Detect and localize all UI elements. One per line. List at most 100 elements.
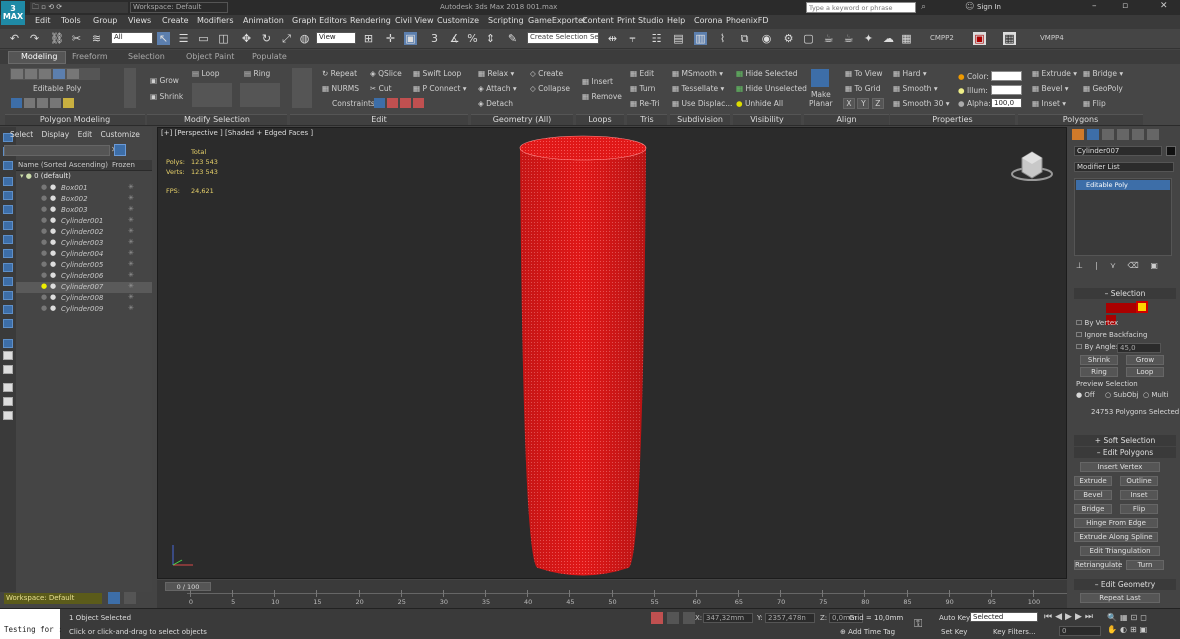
activeshade-icon[interactable]: ✦ [862, 32, 875, 45]
selection-mode-icons[interactable] [124, 68, 136, 108]
rect-selection-icon[interactable]: ▭ [197, 32, 210, 45]
plugin-vmpp4-button[interactable]: VMPP4 [1040, 34, 1064, 42]
explorer-tool-icon[interactable] [3, 277, 13, 286]
light-bulb-icon[interactable]: ● [41, 249, 47, 257]
alpha-field[interactable]: 100,0 [991, 98, 1022, 108]
bind-space-warp-icon[interactable]: ≋ [90, 32, 103, 45]
edit-geometry-rollout[interactable]: – Edit Geometry [1074, 579, 1176, 590]
scene-object-row[interactable]: ● ● Cylinder004 ✳ [16, 249, 152, 260]
frozen-icon[interactable]: ✳ [128, 282, 134, 290]
grow-button[interactable]: ▣ Grow [150, 76, 179, 85]
tessellate-button[interactable]: ▦ Tessellate ▾ [672, 84, 724, 93]
modifier-list-select[interactable]: Modifier List [1074, 162, 1174, 172]
a360-gallery-icon[interactable]: ▦ [900, 32, 913, 45]
filter-toggle-icon[interactable] [114, 144, 126, 156]
window-crossing-icon[interactable]: ◫ [217, 32, 230, 45]
quick-access-toolbar[interactable]: 🗀 ▫ ⟲ ⟳ [30, 2, 128, 13]
hinge-from-edge-button[interactable]: Hinge From Edge [1074, 518, 1158, 528]
light-bulb-icon[interactable]: ● [41, 183, 47, 191]
current-frame-field[interactable]: 0 [1059, 626, 1101, 636]
maxscript-text[interactable]: Testing for : [4, 625, 63, 634]
extrude-cmd-button[interactable]: Extrude [1074, 476, 1112, 486]
use-displace-button[interactable]: ▦ Use Displac... [672, 99, 732, 108]
light-bulb-icon[interactable]: ● [41, 205, 47, 213]
maximize-button[interactable]: ▫ [1122, 1, 1128, 11]
material-editor-icon[interactable]: ◉ [760, 32, 773, 45]
scene-explorer-icon[interactable]: ▤ [672, 32, 685, 45]
subobject-level-icons[interactable] [1106, 301, 1156, 325]
scene-object-row[interactable]: ● ● Cylinder006 ✳ [16, 271, 152, 282]
attach-button[interactable]: ◈ Attach ▾ [478, 84, 517, 93]
bridge-cmd-button[interactable]: Bridge [1074, 504, 1112, 514]
extrude-along-spline-button[interactable]: Extrude Along Spline [1074, 532, 1158, 542]
light-bulb-icon[interactable]: ● [41, 282, 47, 290]
scene-object-row[interactable]: ● ● Box003 ✳ [16, 205, 152, 216]
outline-cmd-button[interactable]: Outline [1120, 476, 1158, 486]
smooth30-button[interactable]: ▦ Smooth 30 ▾ [893, 99, 950, 108]
frozen-icon[interactable]: ✳ [128, 183, 134, 191]
explorer-tool-icon[interactable] [3, 319, 13, 328]
cylinder-object[interactable] [158, 128, 1068, 580]
create-button[interactable]: ◇ Create [530, 69, 563, 78]
angle-snap-icon[interactable]: ∡ [448, 32, 461, 45]
section-visibility[interactable]: Visibility [733, 114, 801, 125]
scene-object-row[interactable]: ● ● Cylinder008 ✳ [16, 293, 152, 304]
col-name-header[interactable]: Name (Sorted Ascending) [18, 161, 108, 169]
close-button[interactable]: ✕ [1160, 1, 1168, 11]
bevel-ribbon-button[interactable]: ▦ Bevel ▾ [1032, 84, 1069, 93]
qslice-button[interactable]: ◈ QSlice [370, 69, 402, 78]
section-modify-selection[interactable]: Modify Selection [147, 114, 287, 125]
unlink-icon[interactable]: ✂ [70, 32, 83, 45]
geopoly-ribbon-button[interactable]: ▦ GeoPoly [1083, 84, 1123, 93]
p-connect-button[interactable]: ▦ P Connect ▾ [413, 84, 467, 93]
constraints-icons[interactable] [373, 98, 431, 109]
preview-multi-radio[interactable]: ○ Multi [1143, 391, 1168, 402]
preview-subobj-radio[interactable]: ○ SubObj [1105, 391, 1139, 402]
keyboard-shortcut-override-icon[interactable]: ▣ [404, 32, 417, 45]
stack-tools[interactable]: ⊥ ∣ ⋎ ⌫ ▣ [1076, 261, 1176, 273]
menu-print-studio[interactable]: Print Studio [617, 16, 663, 28]
snaps-toggle-icon[interactable]: 3 [428, 32, 441, 45]
grow-cmd-button[interactable]: Grow [1126, 355, 1164, 365]
explorer-tool-icon[interactable] [3, 305, 13, 314]
frozen-icon[interactable]: ✳ [128, 194, 134, 202]
ring-button[interactable]: ▤ Ring [244, 69, 270, 78]
section-edit[interactable]: Edit [290, 114, 468, 125]
menu-content[interactable]: Content [582, 16, 614, 28]
plugin-icon-a[interactable]: ▣ [973, 32, 986, 45]
scene-tab-display[interactable]: Display [42, 130, 70, 139]
scene-object-row[interactable]: ● ● Box001 ✳ [16, 183, 152, 194]
section-align[interactable]: Align [804, 114, 889, 125]
scene-filter-icon[interactable] [124, 592, 136, 604]
curve-editor-icon[interactable]: ⌇ [716, 32, 729, 45]
light-bulb-icon[interactable]: ● [41, 194, 47, 202]
menu-help[interactable]: Help [667, 16, 685, 28]
scene-object-row[interactable]: ● ● Cylinder001 ✳ [16, 216, 152, 227]
loop-button[interactable]: ▤ Loop [192, 69, 219, 78]
explorer-tool-icon[interactable] [3, 221, 13, 230]
frozen-icon[interactable]: ✳ [128, 293, 134, 301]
explorer-tool-icon[interactable] [3, 291, 13, 300]
collapse-button[interactable]: ◇ Collapse [530, 84, 570, 93]
layer-expand-icon[interactable]: ▾ ● [20, 172, 34, 180]
align-icon[interactable]: ⫧ [626, 32, 639, 45]
frozen-icon[interactable]: ✳ [128, 249, 134, 257]
object-color-swatch[interactable] [1166, 146, 1176, 156]
menu-corona[interactable]: Corona [694, 16, 722, 28]
edit-tris-button[interactable]: ▦ Edit [630, 69, 654, 78]
frozen-icon[interactable]: ✳ [128, 227, 134, 235]
color-swatch[interactable] [991, 71, 1022, 81]
by-angle-checkbox[interactable]: ☐ By Angle: [1076, 343, 1118, 354]
rendered-frame-window-icon[interactable]: ▢ [802, 32, 815, 45]
select-manipulate-icon[interactable]: ✛ [384, 32, 397, 45]
selection-lock-icon[interactable] [667, 612, 679, 624]
key-filters-button[interactable]: Key Filters... [993, 628, 1036, 636]
insert-loop-button[interactable]: ▦ Insert [582, 77, 613, 86]
extrude-ribbon-button[interactable]: ▦ Extrude ▾ [1032, 69, 1077, 78]
menu-modifiers[interactable]: Modifiers [197, 16, 234, 28]
col-frozen-header[interactable]: Frozen [112, 161, 135, 169]
viewport-navigation-controls[interactable]: 🔍▦⊡◻ ✋◐⊞▣ [1107, 612, 1177, 636]
section-polygons[interactable]: Polygons [1018, 114, 1143, 125]
menu-scripting[interactable]: Scripting [488, 16, 524, 28]
scene-object-row[interactable]: ● ● Cylinder003 ✳ [16, 238, 152, 249]
